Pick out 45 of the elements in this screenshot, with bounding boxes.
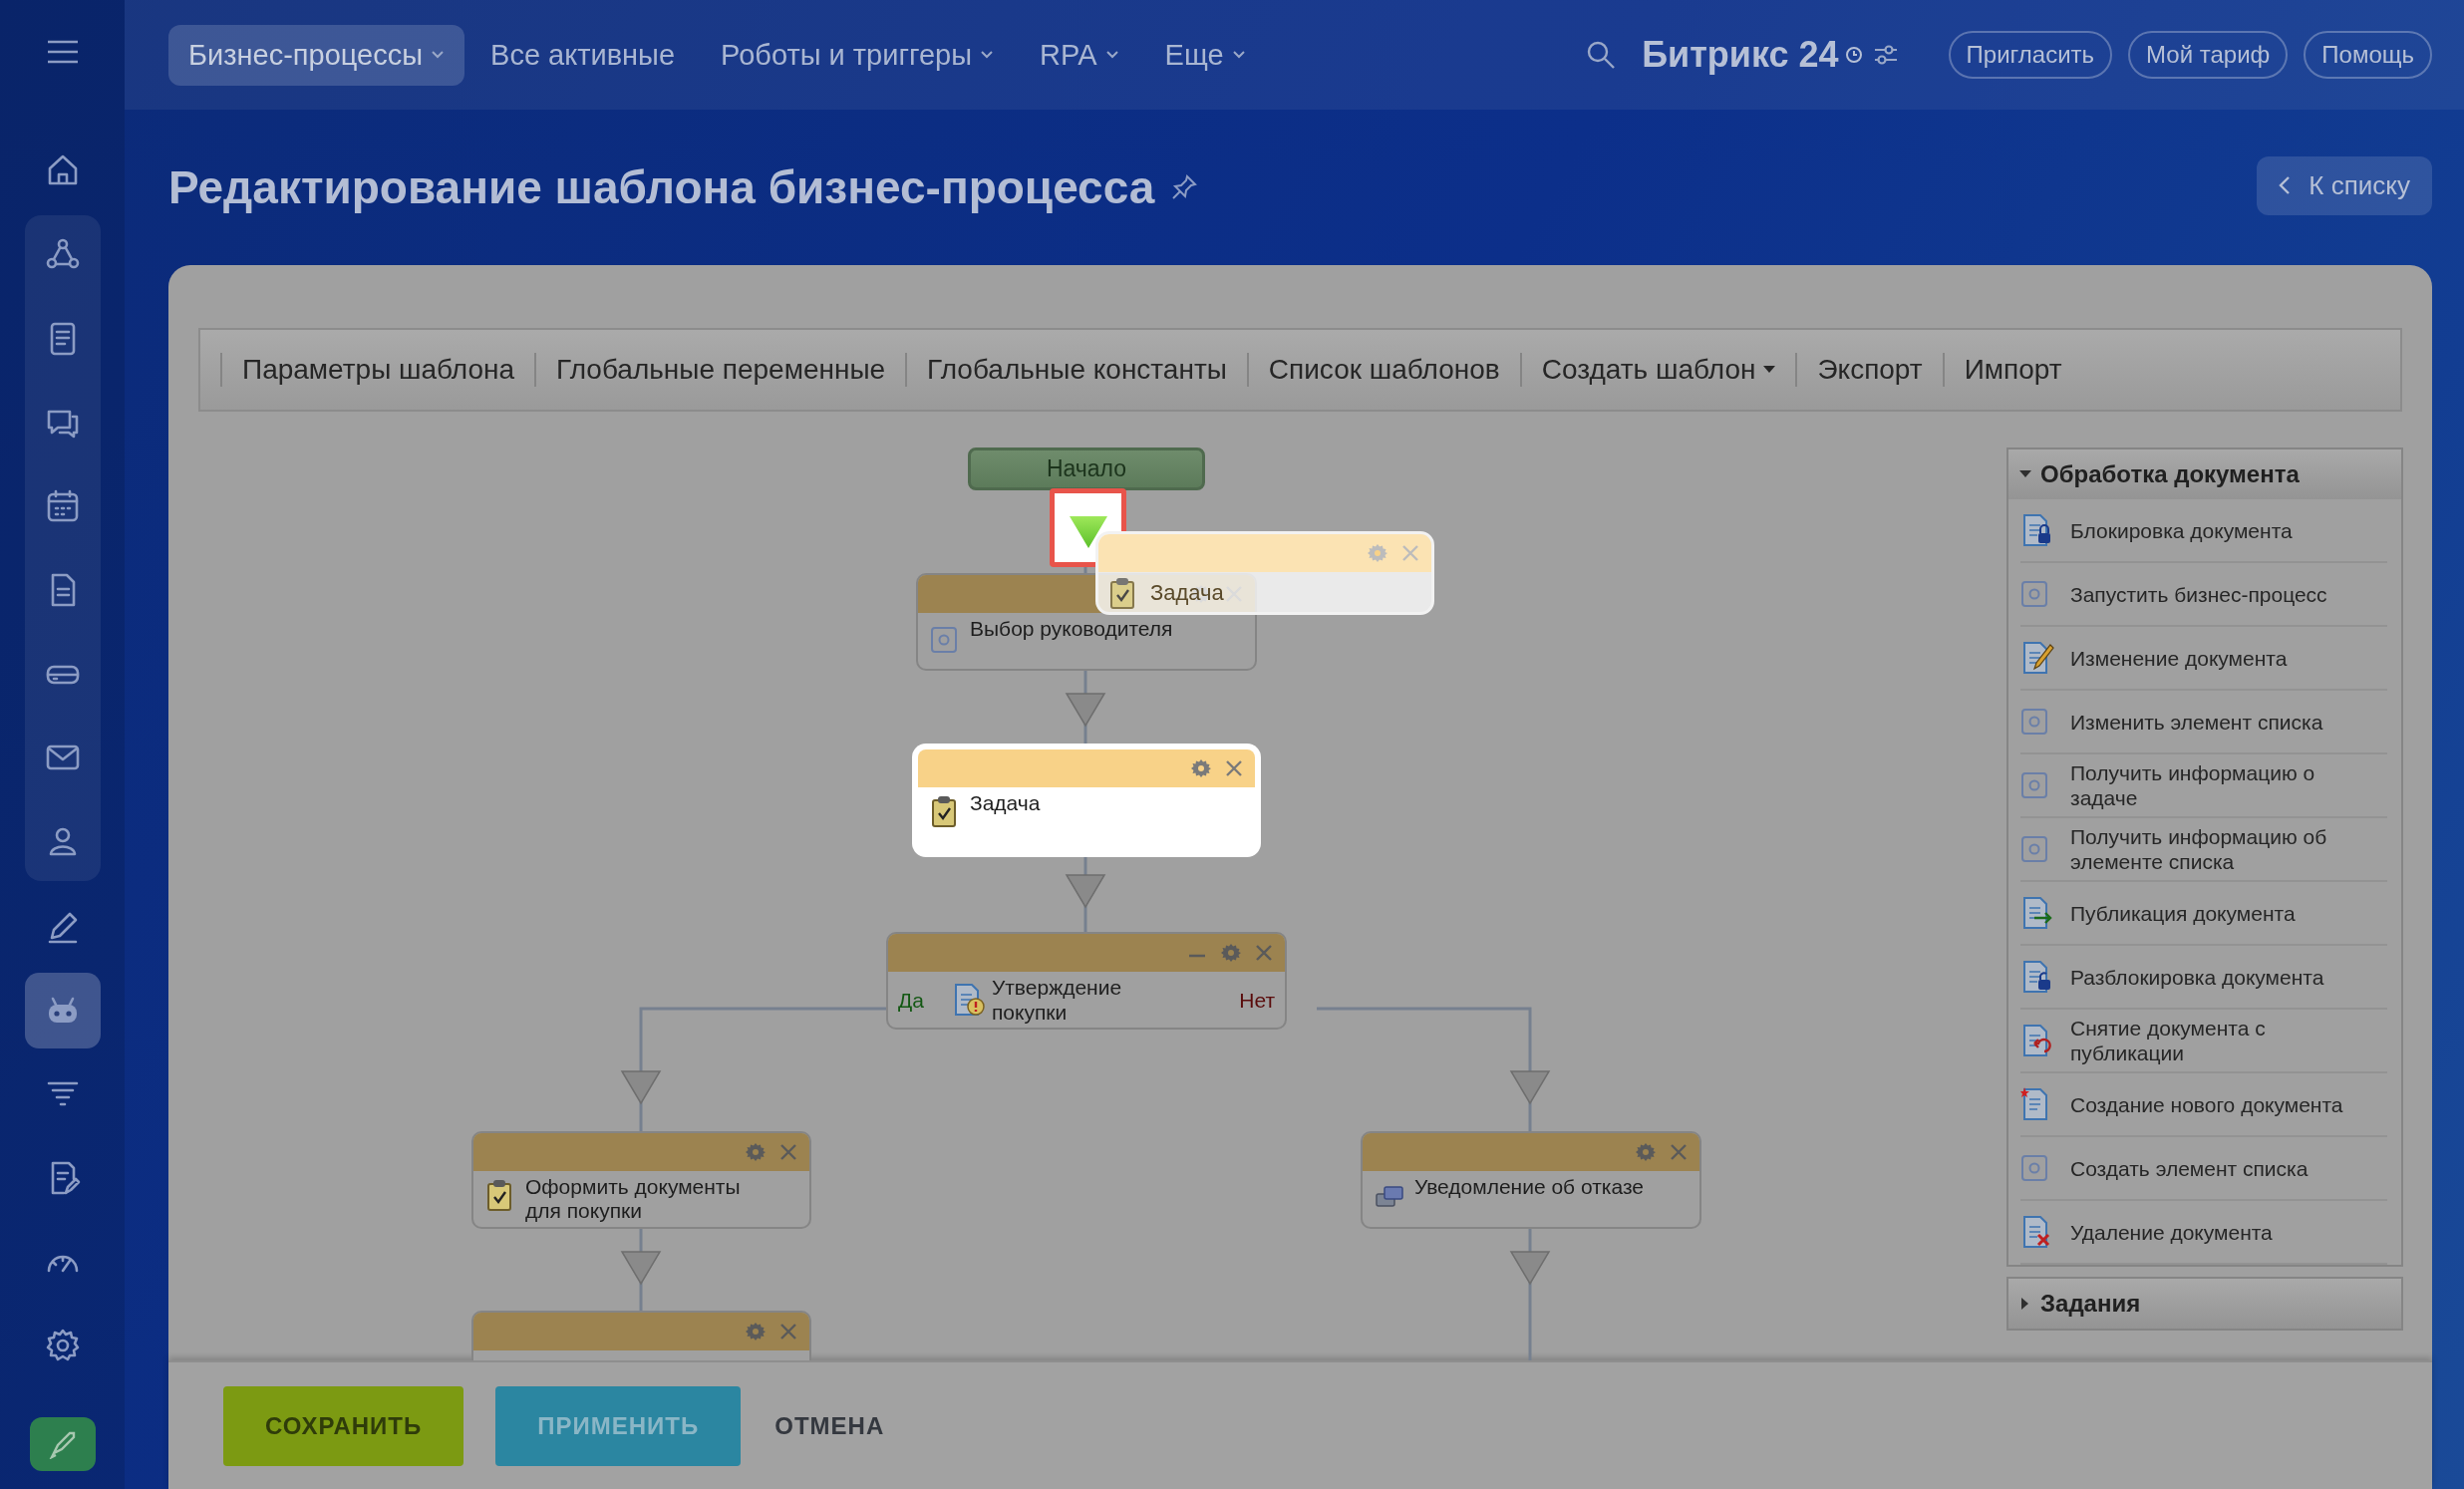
cancel-button[interactable]: ОТМЕНА <box>772 1385 887 1466</box>
palette-item[interactable]: Разблокировка документа <box>2020 946 2387 1010</box>
nav-tab[interactable]: Все активные <box>470 24 696 86</box>
header-button[interactable]: Пригласить <box>1948 31 2113 79</box>
palette-item[interactable]: Блокировка документа <box>2020 499 2387 563</box>
palette-item[interactable]: Публикация документа <box>2020 882 2387 946</box>
palette-item[interactable]: Получить информацию об элементе списка <box>2020 818 2387 882</box>
block-label: Выбор руководителя <box>970 617 1174 641</box>
branch-label: Нет <box>1239 987 1275 1013</box>
palette-item[interactable]: Удаление документа <box>2020 1201 2387 1265</box>
block-label: Утверждение покупки <box>991 975 1123 1025</box>
save-button[interactable]: СОХРАНИТЬ <box>223 1385 464 1466</box>
section-title: Задания <box>2040 1290 2141 1318</box>
palette-item[interactable]: Создание нового документа <box>2020 1073 2387 1137</box>
section-header[interactable]: Обработка документа <box>2008 449 2401 499</box>
block-label: Уведомление об отказе <box>1414 1175 1645 1199</box>
toolbar-link[interactable]: Список шаблонов <box>1246 353 1520 387</box>
block-label: Задача <box>970 791 1042 815</box>
section-header[interactable]: Задания <box>2008 1279 2401 1329</box>
logo[interactable]: Битрикс 24 <box>1642 34 1839 76</box>
nav-tab[interactable]: Роботы и триггеры <box>701 24 1015 86</box>
nav-tab[interactable]: RPA <box>1020 24 1139 86</box>
toolbar-link[interactable]: Импорт <box>1942 353 2082 387</box>
palette-item[interactable]: Создать элемент списка <box>2020 1137 2387 1201</box>
back-button[interactable]: К списку <box>2257 155 2432 215</box>
toolbar-link[interactable]: Создать шаблон <box>1519 353 1796 387</box>
branch-label: Да <box>898 987 924 1013</box>
palette-item[interactable]: Получить информацию о задаче <box>2020 754 2387 818</box>
toolbar-link[interactable]: Экспорт <box>1795 353 1943 387</box>
page-title: Редактирование шаблона бизнес-процесса <box>168 160 1155 214</box>
nav-tab[interactable]: Еще <box>1144 24 1266 86</box>
palette-item[interactable]: Запустить бизнес-процесс <box>2020 563 2387 627</box>
palette-item[interactable]: Изменить элемент списка <box>2020 691 2387 754</box>
palette-item[interactable]: Изменение документа <box>2020 627 2387 691</box>
nav-tab[interactable]: Бизнес-процессы <box>168 24 465 86</box>
toolbar-link[interactable]: Глобальные константы <box>905 353 1247 387</box>
block-label: Оформить документы для покупки <box>525 1175 742 1223</box>
toolbar-link[interactable]: Параметры шаблона <box>220 353 535 387</box>
header-button[interactable]: Мой тариф <box>2128 31 2289 79</box>
block-label: Задача <box>1150 580 1224 606</box>
toolbar-link[interactable]: Глобальные переменные <box>534 353 906 387</box>
section-title: Обработка документа <box>2040 460 2300 488</box>
start-node[interactable]: Начало <box>968 447 1205 490</box>
palette-item[interactable]: Снятие документа с публикации <box>2020 1010 2387 1073</box>
header-button[interactable]: Помощь <box>2304 31 2432 79</box>
